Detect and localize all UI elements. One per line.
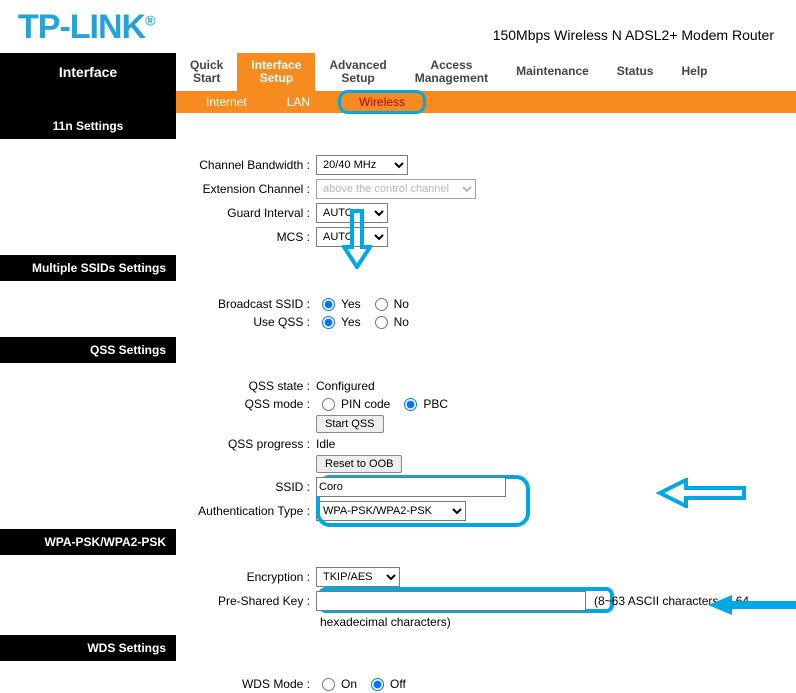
radio-label: PIN code bbox=[341, 397, 390, 411]
radio-wds-off[interactable] bbox=[371, 678, 384, 691]
radio-broadcast-ssid-yes[interactable] bbox=[322, 298, 335, 311]
select-mcs[interactable]: AUTO bbox=[316, 227, 388, 247]
radio-label: No bbox=[394, 297, 409, 311]
tab-interface-setup[interactable]: Interface Setup bbox=[237, 53, 315, 91]
select-extension-channel: above the control channel bbox=[316, 179, 476, 199]
radio-use-qss-no[interactable] bbox=[375, 316, 388, 329]
radio-use-qss-yes[interactable] bbox=[322, 316, 335, 329]
tab-maintenance[interactable]: Maintenance bbox=[502, 53, 603, 91]
label-extension-channel: Extension Channel : bbox=[0, 182, 316, 196]
psk-hint2: hexadecimal characters) bbox=[320, 615, 451, 629]
label-qss-state: QSS state : bbox=[0, 379, 316, 393]
brand-logo: TP-LINK® bbox=[18, 8, 154, 47]
radio-qss-pin[interactable] bbox=[322, 398, 335, 411]
reset-oob-button[interactable]: Reset to OOB bbox=[316, 455, 402, 473]
label-mcs: MCS : bbox=[0, 230, 316, 244]
select-encryption[interactable]: TKIP/AES bbox=[316, 567, 400, 587]
label-guard-interval: Guard Interval : bbox=[0, 206, 316, 220]
select-guard-interval[interactable]: AUTO bbox=[316, 203, 388, 223]
value-qss-state: Configured bbox=[316, 379, 375, 393]
radio-broadcast-ssid-no[interactable] bbox=[375, 298, 388, 311]
label-use-qss: Use QSS : bbox=[0, 315, 316, 329]
psk-input[interactable] bbox=[316, 591, 586, 611]
subtab-wireless[interactable]: Wireless bbox=[350, 95, 426, 109]
highlight-annotation: Wireless bbox=[338, 90, 426, 114]
start-qss-button[interactable]: Start QSS bbox=[316, 415, 384, 433]
label-broadcast-ssid: Broadcast SSID : bbox=[0, 297, 316, 311]
label-auth-type: Authentication Type : bbox=[0, 504, 316, 518]
select-auth-type[interactable]: WPA-PSK/WPA2-PSK bbox=[316, 501, 466, 521]
tab-advanced-setup[interactable]: Advanced Setup bbox=[315, 53, 400, 91]
radio-label: No bbox=[394, 315, 409, 329]
section-wpa-psk: WPA-PSK/WPA2-PSK bbox=[0, 529, 176, 555]
label-preshared-key: Pre-Shared Key : bbox=[0, 594, 316, 608]
tab-quick-start[interactable]: Quick Start bbox=[176, 53, 237, 91]
page-title: Interface bbox=[0, 53, 176, 91]
radio-qss-pbc[interactable] bbox=[404, 398, 417, 411]
psk-hint: (8~63 ASCII characters or 64 bbox=[594, 594, 749, 608]
tab-status[interactable]: Status bbox=[603, 53, 668, 91]
label-wds-mode: WDS Mode : bbox=[0, 677, 316, 691]
subtab-internet[interactable]: Internet bbox=[206, 95, 247, 109]
ssid-input[interactable] bbox=[316, 477, 506, 497]
radio-label: On bbox=[341, 677, 357, 691]
label-qss-progress: QSS progress : bbox=[0, 437, 316, 451]
tab-help[interactable]: Help bbox=[667, 53, 721, 91]
product-subtitle: 150Mbps Wireless N ADSL2+ Modem Router bbox=[493, 27, 784, 47]
tab-access-management[interactable]: Access Management bbox=[401, 53, 502, 91]
radio-label: Yes bbox=[341, 315, 361, 329]
select-channel-bandwidth[interactable]: 20/40 MHz bbox=[316, 155, 408, 175]
radio-label: PBC bbox=[423, 397, 448, 411]
label-encryption: Encryption : bbox=[0, 570, 316, 584]
value-qss-progress: Idle bbox=[316, 437, 335, 451]
section-multiple-ssids: Multiple SSIDs Settings bbox=[0, 255, 176, 281]
section-11n-settings: 11n Settings bbox=[0, 113, 176, 139]
label-channel-bandwidth: Channel Bandwidth : bbox=[0, 158, 316, 172]
section-wds-settings: WDS Settings bbox=[0, 635, 176, 661]
section-qss-settings: QSS Settings bbox=[0, 337, 176, 363]
radio-wds-on[interactable] bbox=[322, 678, 335, 691]
radio-label: Off bbox=[390, 677, 406, 691]
radio-label: Yes bbox=[341, 297, 361, 311]
label-ssid: SSID : bbox=[0, 480, 316, 494]
subtab-lan[interactable]: LAN bbox=[287, 95, 310, 109]
label-qss-mode: QSS mode : bbox=[0, 397, 316, 411]
